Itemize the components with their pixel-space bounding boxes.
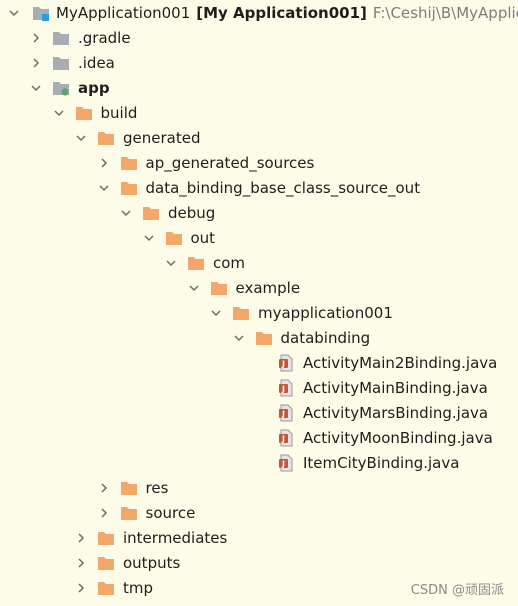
chevron-down-icon[interactable] (53, 101, 67, 126)
chevron-down-icon[interactable] (30, 76, 44, 101)
chevron-down-icon[interactable] (98, 176, 112, 201)
tree-item-label: ActivityMain2Binding.java (303, 354, 498, 372)
chevron-down-icon[interactable] (120, 201, 134, 226)
folder-orange-icon (187, 255, 205, 271)
tree-item-label: tmp (123, 579, 154, 597)
tree-folder-item[interactable]: MyApplication001 [My Application001] F:\Ce… (0, 1, 518, 26)
tree-folder-item[interactable]: com (0, 251, 518, 276)
chevron-right-icon[interactable] (30, 26, 44, 51)
chevron-right-icon[interactable] (98, 501, 112, 526)
tree-file-item[interactable]: J ActivityMain2Binding.java (0, 351, 518, 376)
tree-folder-item[interactable]: app (0, 76, 518, 101)
tree-item-label: ActivityMoonBinding.java (303, 429, 493, 447)
folder-orange-icon (97, 555, 115, 571)
tree-item-label: com (213, 254, 246, 272)
chevron-down-icon[interactable] (143, 226, 157, 251)
tree-file-item[interactable]: J ActivityMarsBinding.java (0, 401, 518, 426)
module-folder-icon (52, 80, 70, 96)
tree-folder-item[interactable]: debug (0, 201, 518, 226)
tree-file-item[interactable]: J ActivityMainBinding.java (0, 376, 518, 401)
tree-item-label: ActivityMainBinding.java (303, 379, 488, 397)
tree-item-label: example (235, 279, 301, 297)
folder-orange-icon (142, 205, 160, 221)
tree-item-label: ActivityMarsBinding.java (303, 404, 489, 422)
tree-folder-item[interactable]: generated (0, 126, 518, 151)
chevron-right-icon[interactable] (98, 151, 112, 176)
tree-item-label: MyApplication001 [My Application001] F:\Ce… (56, 3, 518, 23)
folder-orange-icon (210, 280, 228, 296)
tree-folder-item[interactable]: outputs (0, 551, 518, 576)
tree-file-item[interactable]: J ActivityMoonBinding.java (0, 426, 518, 451)
tree-folder-item[interactable]: res (0, 476, 518, 501)
tree-item-label: debug (168, 204, 216, 222)
tree-folder-item[interactable]: databinding (0, 326, 518, 351)
java-file-icon: J (277, 454, 295, 472)
tree-item-label: ItemCityBinding.java (303, 454, 460, 472)
tree-folder-item[interactable]: build (0, 101, 518, 126)
java-file-icon: J (277, 354, 295, 372)
svg-text:J: J (281, 360, 285, 369)
folder-orange-icon (255, 330, 273, 346)
tree-folder-item[interactable]: source (0, 501, 518, 526)
tree-item-label: ap_generated_sources (145, 154, 315, 172)
tree-folder-item[interactable]: out (0, 226, 518, 251)
tree-folder-item[interactable]: example (0, 276, 518, 301)
tree-folder-item[interactable]: data_binding_base_class_source_out (0, 176, 518, 201)
folder-gray-icon (52, 30, 70, 46)
folder-orange-icon (120, 155, 138, 171)
tree-folder-item[interactable]: .gradle (0, 26, 518, 51)
java-file-icon: J (277, 379, 295, 397)
folder-orange-icon (120, 480, 138, 496)
tree-folder-item[interactable]: myapplication001 (0, 301, 518, 326)
project-path: F:\Ceshij\B\MyApplicat (372, 4, 518, 22)
module-icon (32, 5, 50, 21)
tree-item-label: generated (123, 129, 201, 147)
tree-file-item[interactable]: J ItemCityBinding.java (0, 451, 518, 476)
chevron-down-icon[interactable] (188, 276, 202, 301)
tree-item-label: out (190, 229, 216, 247)
folder-orange-icon (120, 505, 138, 521)
folder-gray-icon (52, 55, 70, 71)
tree-item-label: .gradle (78, 29, 131, 47)
chevron-down-icon[interactable] (8, 1, 22, 26)
watermark: CSDN @顽固派 (410, 583, 504, 598)
tree-item-label: intermediates (123, 529, 228, 547)
java-file-icon: J (277, 429, 295, 447)
project-name-suffix: [My Application001] (196, 4, 367, 22)
chevron-right-icon[interactable] (30, 51, 44, 76)
java-file-icon: J (277, 404, 295, 422)
tree-folder-item[interactable]: .idea (0, 51, 518, 76)
tree-item-label: .idea (78, 54, 115, 72)
chevron-right-icon[interactable] (75, 576, 89, 601)
chevron-right-icon[interactable] (75, 551, 89, 576)
tree-item-label: databinding (280, 329, 371, 347)
chevron-down-icon[interactable] (233, 326, 247, 351)
folder-orange-icon (75, 105, 93, 121)
svg-text:J: J (281, 385, 285, 394)
tree-item-label: app (78, 79, 110, 97)
chevron-right-icon[interactable] (98, 476, 112, 501)
folder-orange-icon (97, 580, 115, 596)
folder-orange-icon (97, 530, 115, 546)
folder-orange-icon (97, 130, 115, 146)
tree-item-label: res (145, 479, 169, 497)
tree-item-label: source (145, 504, 196, 522)
folder-orange-icon (120, 180, 138, 196)
tree-item-label: data_binding_base_class_source_out (145, 179, 421, 197)
svg-text:J: J (281, 435, 285, 444)
svg-text:J: J (281, 410, 285, 419)
folder-orange-icon (165, 230, 183, 246)
folder-orange-icon (232, 305, 250, 321)
tree-item-label: outputs (123, 554, 181, 572)
chevron-right-icon[interactable] (75, 526, 89, 551)
chevron-down-icon[interactable] (210, 301, 224, 326)
tree-item-label: myapplication001 (258, 304, 393, 322)
tree-item-label: build (100, 104, 138, 122)
svg-text:J: J (281, 460, 285, 469)
tree-folder-item[interactable]: ap_generated_sources (0, 151, 518, 176)
chevron-down-icon[interactable] (165, 251, 179, 276)
chevron-down-icon[interactable] (75, 126, 89, 151)
tree-folder-item[interactable]: intermediates (0, 526, 518, 551)
